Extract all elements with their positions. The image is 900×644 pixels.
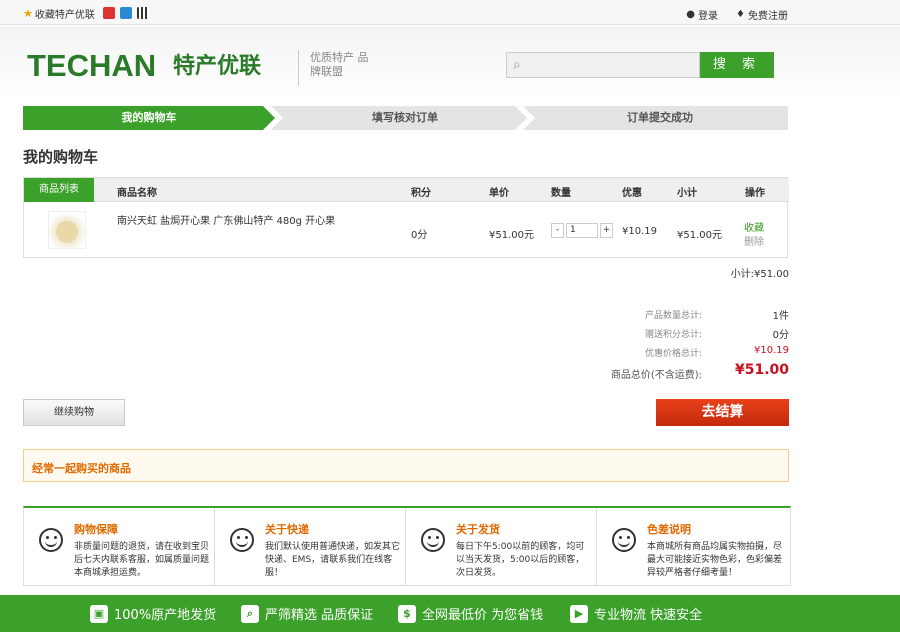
smile-icon: [421, 528, 445, 552]
service-title: 色差说明: [647, 523, 691, 536]
search-icon: ⌕: [513, 57, 521, 73]
logo-chinese: 特产优联: [173, 54, 262, 79]
footer-item-origin: ▣ 100%原产地发货: [90, 604, 216, 623]
product-discount: ¥10.19: [622, 226, 657, 237]
checkout-button[interactable]: 去结算: [656, 399, 789, 426]
product-name[interactable]: 南兴天虹 盐焗开心果 广东佛山特产 480g 开心果: [117, 212, 335, 227]
slogan: 优质特产 品牌联盟: [310, 51, 369, 78]
smile-icon: [612, 528, 636, 552]
footer-item-quality: ⌕ 严筛精选 品质保证: [241, 604, 373, 623]
table-header: 商品列表 商品名称 积分 单价 数量 优惠 小计 操作: [24, 178, 789, 202]
service-desc: 非质量问题的退货，请在收到宝贝后七天内联系客服，如属质量问题本商城承担运费。: [74, 542, 210, 578]
register-link[interactable]: ♦ 免费注册: [736, 7, 788, 22]
service-desc: 每日下午5:00以前的顾客，均可以当天发货，5:00以后的顾客，次日发货。: [456, 542, 585, 578]
summary-total-label: 商品总价(不含运费):: [610, 370, 702, 381]
top-bar: ★ 收藏特产优联 ● 登录 ♦ 免费注册: [0, 0, 900, 25]
header: TECHAN 特产优联 优质特产 品牌联盟 ⌕ 搜 索: [0, 26, 900, 104]
service-title: 关于快递: [265, 523, 309, 536]
summary-discount-value: ¥10.19: [754, 345, 789, 356]
smile-icon: [39, 528, 63, 552]
summary-total-value: ¥51.00: [734, 362, 789, 378]
smile-icon: [230, 528, 254, 552]
product-price: ¥51.00元: [489, 230, 534, 241]
favorite-link[interactable]: ★ 收藏特产优联: [23, 6, 95, 21]
col-action: 操作: [745, 188, 765, 199]
logo-divider: [298, 50, 299, 86]
frequently-bought-section: 经常一起购买的商品: [23, 449, 789, 482]
col-qty: 数量: [551, 188, 571, 199]
cart-table: 商品列表 商品名称 积分 单价 数量 优惠 小计 操作 南兴天虹 盐焗开心果 广…: [23, 177, 789, 258]
quantity-stepper[interactable]: - 1 +: [551, 223, 613, 238]
delete-button[interactable]: 删除: [744, 233, 764, 248]
star-icon: ★: [23, 7, 33, 20]
qty-input[interactable]: 1: [566, 223, 598, 238]
money-bag-icon: $: [398, 604, 416, 623]
row-subtotal: 小计:¥51.00: [730, 269, 789, 280]
summary-qty-label: 产品数量总计:: [644, 311, 702, 321]
service-item-shipping: 关于发货 每日下午5:00以前的顾客，均可以当天发货，5:00以后的顾客，次日发…: [406, 508, 597, 586]
user-icon: ●: [686, 9, 696, 20]
qty-plus-button[interactable]: +: [600, 223, 613, 238]
service-item-color: 色差说明 本商城所有商品均属实物拍摄，尽最大可能接近实物色彩，色彩偏差异较严格者…: [597, 508, 790, 586]
service-title: 关于发货: [456, 523, 500, 536]
step-submit: 订单提交成功: [627, 111, 693, 124]
continue-shopping-button[interactable]: 继续购物: [23, 399, 125, 426]
frequently-bought-title: 经常一起购买的商品: [32, 462, 131, 475]
col-subtotal: 小计: [677, 188, 697, 199]
logo[interactable]: TECHAN: [27, 48, 156, 84]
step-confirm: 填写核对订单: [372, 111, 438, 124]
product-points: 0分: [411, 230, 428, 241]
qq-icon[interactable]: [120, 7, 132, 19]
summary-discount-label: 优惠价格总计:: [644, 349, 702, 359]
search-button[interactable]: 搜 索: [700, 52, 774, 78]
service-guarantees: 购物保障 非质量问题的退货，请在收到宝贝后七天内联系客服，如属质量问题本商城承担…: [23, 506, 791, 586]
search-input[interactable]: ⌕: [506, 52, 700, 78]
col-discount: 优惠: [622, 188, 642, 199]
login-link[interactable]: ● 登录: [686, 7, 718, 22]
summary-qty-value: 1件: [772, 311, 789, 322]
product-subtotal: ¥51.00元: [677, 230, 722, 241]
col-points: 积分: [411, 188, 431, 199]
box-icon: ▣: [90, 604, 108, 623]
service-title: 购物保障: [74, 523, 118, 536]
qrcode-icon[interactable]: [137, 7, 149, 19]
service-item-delivery: 关于快递 我们默认使用普通快递，如发其它快递、EMS，请联系我们在线客服！: [215, 508, 406, 586]
favorite-button[interactable]: 收藏: [744, 219, 764, 234]
footer-item-logistics: ▶ 专业物流 快速安全: [570, 604, 702, 623]
page-title: 我的购物车: [23, 148, 99, 166]
tab-product-list[interactable]: 商品列表: [24, 178, 94, 202]
service-desc: 本商城所有商品均属实物拍摄，尽最大可能接近实物色彩，色彩偏差异较严格者仔细考量！: [647, 542, 783, 578]
service-item-guarantee: 购物保障 非质量问题的退货，请在收到宝贝后七天内联系客服，如属质量问题本商城承担…: [24, 508, 215, 586]
col-price: 单价: [489, 188, 509, 199]
summary-points-label: 赠送积分总计:: [644, 330, 702, 340]
footer-bar: ▣ 100%原产地发货 ⌕ 严筛精选 品质保证 $ 全网最低价 为您省钱 ▶ 专业物流 …: [0, 595, 900, 632]
register-icon: ♦: [736, 9, 745, 20]
col-name: 商品名称: [117, 188, 157, 199]
summary-points-value: 0分: [772, 330, 789, 341]
magnifier-icon: ⌕: [241, 604, 259, 623]
service-desc: 我们默认使用普通快递，如发其它快递、EMS，请联系我们在线客服！: [265, 542, 401, 578]
truck-icon: ▶: [570, 604, 588, 623]
product-image[interactable]: [48, 211, 86, 249]
step-cart: 我的购物车: [121, 111, 177, 124]
weibo-icon[interactable]: [103, 7, 115, 19]
qty-minus-button[interactable]: -: [551, 223, 564, 238]
footer-item-price: $ 全网最低价 为您省钱: [398, 604, 543, 623]
